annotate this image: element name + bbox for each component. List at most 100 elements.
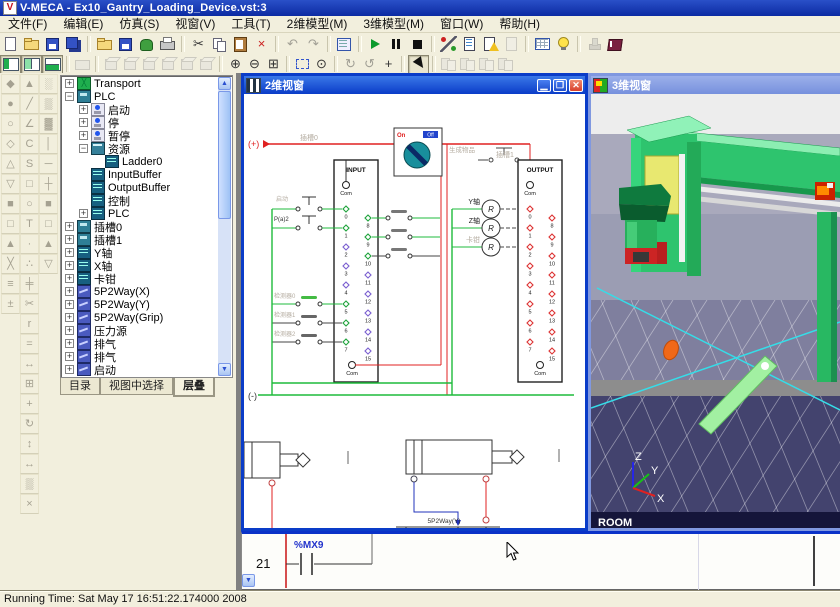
- scroll-down-button[interactable]: ▼: [218, 363, 231, 376]
- tree-item-Ladder0[interactable]: Ladder0: [61, 155, 219, 168]
- pa2-contact[interactable]: P(a)2: [272, 216, 342, 230]
- zoom-page-button[interactable]: ⊞: [264, 56, 283, 73]
- tree-item-插槽0[interactable]: +插槽0: [61, 220, 219, 233]
- rotary-switch[interactable]: On Off: [394, 128, 442, 176]
- expand-icon[interactable]: +: [65, 261, 74, 270]
- io-table-button[interactable]: [532, 34, 553, 54]
- tree-item-PLC[interactable]: −PLC: [61, 90, 219, 103]
- window-3d-title-bar[interactable]: 3维视窗: [591, 76, 840, 94]
- tree-item-OutputBuffer[interactable]: OutputBuffer: [61, 181, 219, 194]
- ladder-scroll-down-button[interactable]: ▼: [242, 574, 255, 587]
- 3d-scene-canvas[interactable]: Z Y X ROOM: [591, 94, 840, 528]
- collapse-icon[interactable]: −: [65, 92, 74, 101]
- tree-item-排气[interactable]: +排气: [61, 337, 219, 350]
- 2d-diagram-canvas[interactable]: (+) (-) On Off: [244, 94, 585, 528]
- zoom-out-button[interactable]: ⊖: [245, 56, 264, 73]
- zoom-in-button[interactable]: ⊕: [226, 56, 245, 73]
- report-button[interactable]: [459, 34, 480, 54]
- export-model-button[interactable]: [136, 34, 157, 54]
- tab-cascade[interactable]: 层叠: [173, 378, 215, 397]
- save-all-button[interactable]: [63, 34, 84, 54]
- pause-simulation-button[interactable]: [386, 34, 407, 54]
- layout-2d-3d-button[interactable]: [21, 55, 42, 74]
- open-project-button[interactable]: [94, 34, 115, 54]
- expand-icon[interactable]: +: [65, 313, 74, 322]
- pan-view-button[interactable]: +: [379, 56, 398, 73]
- menu-window[interactable]: 窗口(W): [432, 16, 491, 32]
- ladder-editor-pane[interactable]: 21 %MX9 ▼: [241, 531, 840, 590]
- tree-item-5P2Way(Grip)[interactable]: +5P2Way(Grip): [61, 311, 219, 324]
- tree-item-Y轴[interactable]: +Y轴: [61, 246, 219, 259]
- expand-icon[interactable]: +: [65, 274, 74, 283]
- tab-catalog[interactable]: 目录: [60, 378, 100, 395]
- zoom-dynamic-button[interactable]: ⊙: [312, 56, 331, 73]
- title-bar[interactable]: V V-MECA - Ex10_Gantry_Loading_Device.vs…: [0, 0, 840, 16]
- help-book-button[interactable]: [605, 34, 626, 54]
- tab-select-in-view[interactable]: 视图中选择: [100, 378, 173, 395]
- new-document-button[interactable]: [0, 34, 21, 54]
- print-button[interactable]: [157, 34, 178, 54]
- tree-item-InputBuffer[interactable]: InputBuffer: [61, 168, 219, 181]
- expand-icon[interactable]: +: [65, 326, 74, 335]
- menu-model-2d[interactable]: 2维模型(M): [279, 16, 356, 32]
- start-contact[interactable]: 启动: [272, 195, 342, 211]
- tree-item-资源[interactable]: −资源: [61, 142, 219, 155]
- menu-tools[interactable]: 工具(T): [223, 16, 278, 32]
- tree-scrollbar[interactable]: ▲ ▼: [218, 77, 231, 376]
- expand-icon[interactable]: +: [65, 300, 74, 309]
- tree-item-启动[interactable]: +启动: [61, 363, 219, 376]
- expand-icon[interactable]: +: [65, 339, 74, 348]
- expand-icon[interactable]: +: [79, 131, 88, 140]
- tree-item-5P2Way(Y)[interactable]: +5P2Way(Y): [61, 298, 219, 311]
- window-2d-title-bar[interactable]: 2维视窗 ▁ ❐ ✕: [244, 76, 585, 94]
- expand-icon[interactable]: +: [65, 79, 74, 88]
- tree-item-Transport[interactable]: +╳Transport: [61, 77, 219, 90]
- signal-trace-button[interactable]: [438, 34, 459, 54]
- tree-item-X轴[interactable]: +X轴: [61, 259, 219, 272]
- expand-icon[interactable]: +: [65, 287, 74, 296]
- delete-button[interactable]: ×: [251, 34, 272, 54]
- expand-icon[interactable]: +: [65, 235, 74, 244]
- menu-view[interactable]: 视窗(V): [167, 16, 223, 32]
- scroll-up-button[interactable]: ▲: [218, 77, 231, 90]
- expand-icon[interactable]: +: [65, 352, 74, 361]
- expand-icon[interactable]: +: [65, 222, 74, 231]
- menu-file[interactable]: 文件(F): [0, 16, 55, 32]
- expand-icon[interactable]: +: [79, 209, 88, 218]
- expand-icon[interactable]: +: [79, 105, 88, 114]
- tree-item-暂停[interactable]: +暂停: [61, 129, 219, 142]
- layout-quad-button[interactable]: [42, 55, 63, 74]
- save-file-button[interactable]: [42, 34, 63, 54]
- tree-item-控制[interactable]: 控制: [61, 194, 219, 207]
- tree-item-启动[interactable]: +启动: [61, 103, 219, 116]
- zoom-window-button[interactable]: [293, 56, 312, 73]
- run-simulation-button[interactable]: [365, 34, 386, 54]
- sensor-contacts[interactable]: 检测器0检测器1检测器2: [272, 292, 342, 344]
- tree-item-压力源[interactable]: +压力源: [61, 324, 219, 337]
- tree-item-排气[interactable]: +排气: [61, 350, 219, 363]
- tree-item-停[interactable]: +停: [61, 116, 219, 129]
- menu-help[interactable]: 帮助(H): [491, 16, 548, 32]
- copy-button[interactable]: [209, 34, 230, 54]
- menu-edit[interactable]: 编辑(E): [55, 16, 111, 32]
- expand-icon[interactable]: +: [79, 118, 88, 127]
- tree-item-PLC[interactable]: +PLC: [61, 207, 219, 220]
- open-file-button[interactable]: [21, 34, 42, 54]
- expand-icon[interactable]: +: [65, 248, 74, 257]
- layout-2d-button[interactable]: [0, 55, 21, 74]
- paste-button[interactable]: [230, 34, 251, 54]
- save-project-button[interactable]: [115, 34, 136, 54]
- stop-simulation-button[interactable]: [407, 34, 428, 54]
- minimize-button[interactable]: ▁: [537, 79, 551, 92]
- expand-icon[interactable]: +: [65, 365, 74, 374]
- scroll-thumb[interactable]: [218, 91, 231, 219]
- menu-model-3d[interactable]: 3维模型(M): [355, 16, 432, 32]
- maximize-button[interactable]: ❐: [553, 79, 567, 92]
- tree-item-5P2Way(X)[interactable]: +5P2Way(X): [61, 285, 219, 298]
- menu-simulation[interactable]: 仿真(S): [111, 16, 167, 32]
- report-warning-button[interactable]: [480, 34, 501, 54]
- collapse-icon[interactable]: −: [79, 144, 88, 153]
- model-manager-button[interactable]: [334, 34, 355, 54]
- close-button[interactable]: ✕: [569, 79, 583, 92]
- select-cursor-button[interactable]: [408, 55, 429, 74]
